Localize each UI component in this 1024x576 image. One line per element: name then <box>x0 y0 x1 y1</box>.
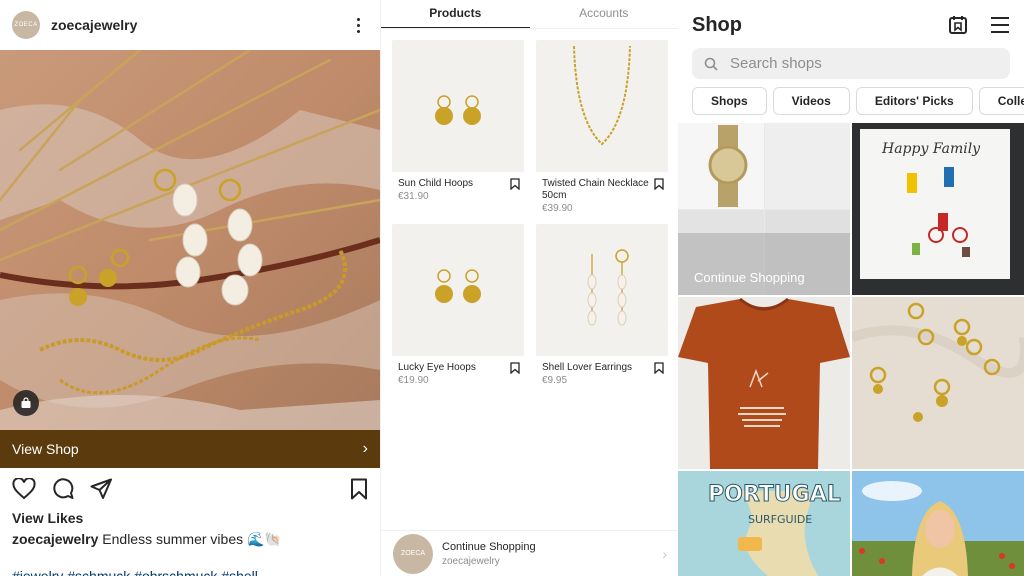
post-panel: ZOECA zoecajewelry View Shop › View Like… <box>0 0 380 576</box>
more-options-icon[interactable] <box>348 17 368 33</box>
bookmark-icon[interactable] <box>510 362 520 374</box>
caption-username[interactable]: zoecajewelry <box>12 531 98 547</box>
continue-shopping-subtitle: zoecajewelry <box>442 555 500 567</box>
earrings-flatlay-image[interactable] <box>852 297 1024 469</box>
bookmark-icon[interactable] <box>654 178 664 190</box>
tab-products[interactable]: Products <box>381 0 530 28</box>
products-panel: Products Accounts Sun Child Hoops €31.90 <box>380 0 678 576</box>
view-likes-link[interactable]: View Likes <box>12 510 83 526</box>
product-name: Twisted Chain Necklace 50cm <box>542 178 649 201</box>
tab-accounts[interactable]: Accounts <box>530 0 679 28</box>
page-title: Shop <box>692 13 742 36</box>
wishlist-calendar-icon[interactable] <box>948 15 968 35</box>
shell-lover-earrings-image <box>536 224 668 356</box>
product-price: €39.90 <box>542 203 573 214</box>
product-card[interactable]: Shell Lover Earrings €9.95 <box>536 224 668 396</box>
svg-text:Happy Family: Happy Family <box>881 141 981 157</box>
continue-shopping-label: Continue Shopping <box>694 270 805 285</box>
bookmark-icon[interactable] <box>654 362 664 374</box>
bookmark-icon[interactable] <box>350 478 368 500</box>
twisted-chain-necklace-image <box>536 40 668 172</box>
avatar[interactable]: ZOECA <box>12 11 40 39</box>
share-icon[interactable] <box>90 478 112 500</box>
continue-shopping-row[interactable]: ZOECA Continue Shopping zoecajewelry › <box>381 530 678 576</box>
search-bar[interactable] <box>692 48 1010 79</box>
product-name: Shell Lover Earrings <box>542 362 633 373</box>
chip-shops[interactable]: Shops <box>692 87 767 115</box>
portugal-surfguide-image[interactable]: PORTUGAL SURFGUIDE <box>678 471 850 576</box>
search-input[interactable] <box>730 55 980 72</box>
chevron-right-icon: › <box>362 440 368 457</box>
post-header: ZOECA zoecajewelry <box>0 0 380 50</box>
caption-text: Endless summer vibes 🌊🐚 <box>102 531 282 547</box>
product-price: €31.90 <box>398 191 429 202</box>
menu-icon[interactable] <box>990 16 1010 34</box>
continue-shopping-title: Continue Shopping <box>442 540 536 553</box>
woman-field-image[interactable] <box>852 471 1024 576</box>
chevron-right-icon: › <box>662 545 667 562</box>
heart-icon[interactable] <box>12 478 36 500</box>
shop-header: Shop <box>678 0 1024 50</box>
orange-tshirt-image[interactable] <box>678 297 850 469</box>
comment-icon[interactable] <box>52 478 74 500</box>
happy-family-frame-image[interactable]: Happy Family <box>852 123 1024 295</box>
sun-child-hoops-image <box>392 40 524 172</box>
chip-editors-picks[interactable]: Editors' Picks <box>855 87 973 115</box>
post-hashtags[interactable]: #jewelry #schmuck #ohrschmuck #shell <box>12 568 258 576</box>
shop-filter-chips: Shops Videos Editors' Picks Collections <box>692 87 1024 115</box>
product-card[interactable]: Sun Child Hoops €31.90 <box>392 40 524 212</box>
avatar: ZOECA <box>393 533 433 574</box>
bookmark-icon[interactable] <box>510 178 520 190</box>
continue-shopping-tile[interactable]: Continue Shopping <box>678 123 850 295</box>
search-icon <box>704 57 718 71</box>
post-photo[interactable] <box>0 50 380 430</box>
svg-text:PORTUGAL: PORTUGAL <box>708 482 841 507</box>
product-price: €19.90 <box>398 375 429 386</box>
product-card[interactable]: Lucky Eye Hoops €19.90 <box>392 224 524 396</box>
shopping-bag-icon[interactable] <box>13 390 39 416</box>
svg-text:SURFGUIDE: SURFGUIDE <box>748 513 812 526</box>
shop-panel: Shop Shops Videos Editors' Picks Collect… <box>678 0 1024 576</box>
product-grid: Sun Child Hoops €31.90 Twisted Chain Nec… <box>392 40 668 396</box>
lucky-eye-hoops-image <box>392 224 524 356</box>
product-name: Sun Child Hoops <box>398 178 474 189</box>
product-card[interactable]: Twisted Chain Necklace 50cm €39.90 <box>536 40 668 214</box>
product-tabs: Products Accounts <box>381 0 678 28</box>
chip-collections[interactable]: Collections <box>978 87 1024 115</box>
view-shop-label: View Shop <box>12 441 79 457</box>
post-actions <box>12 476 368 502</box>
view-shop-button[interactable]: View Shop › <box>0 430 380 468</box>
chip-videos[interactable]: Videos <box>772 87 850 115</box>
tabs-divider <box>381 28 678 29</box>
post-username[interactable]: zoecajewelry <box>51 17 137 33</box>
product-price: €9.95 <box>542 375 568 386</box>
product-name: Lucky Eye Hoops <box>398 362 476 373</box>
post-caption: zoecajewelry Endless summer vibes 🌊🐚 <box>12 531 282 548</box>
